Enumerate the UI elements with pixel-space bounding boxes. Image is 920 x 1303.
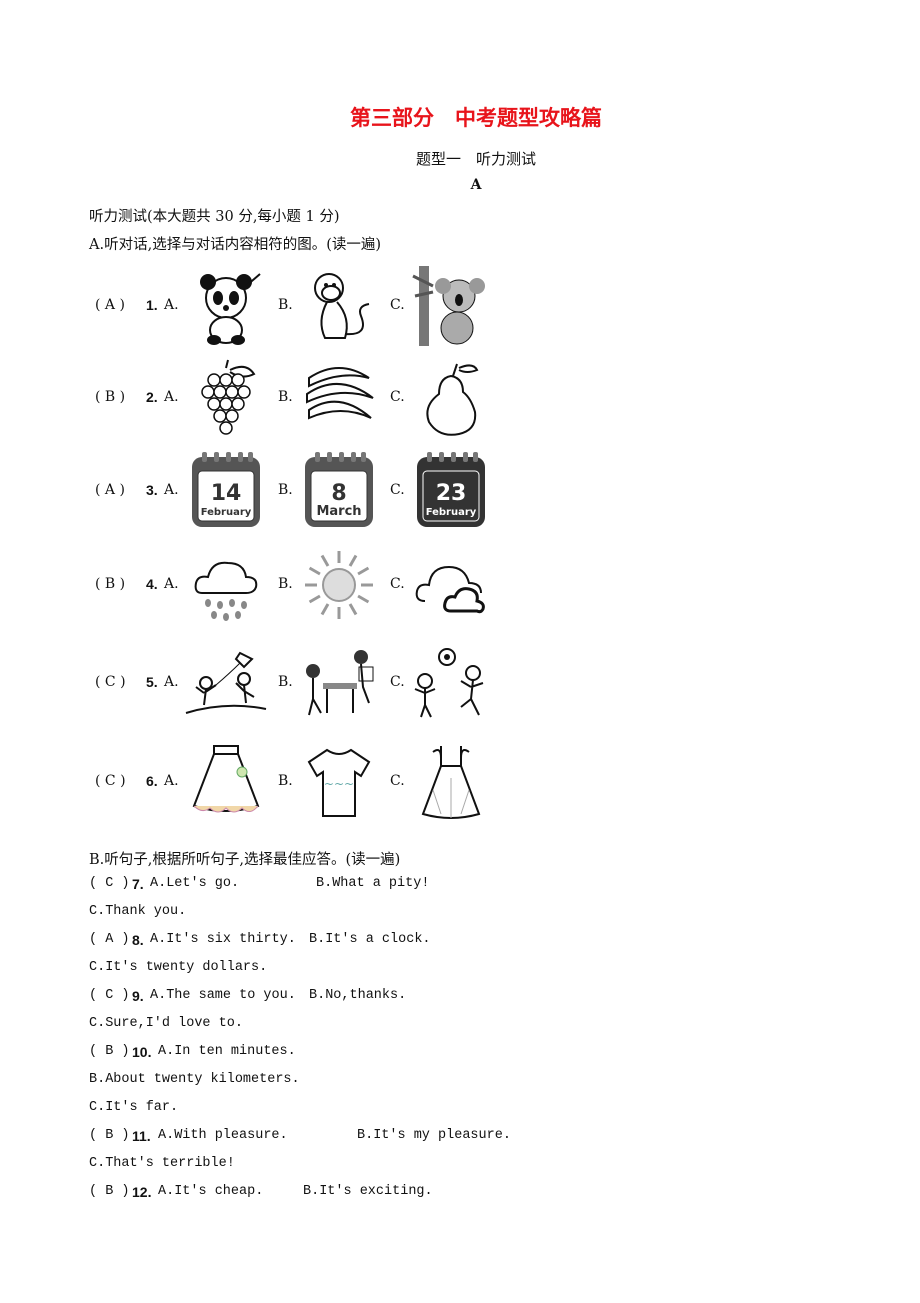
koala-icon bbox=[410, 266, 492, 346]
sun-icon bbox=[298, 545, 380, 625]
calendar-month: March bbox=[316, 504, 361, 519]
question-number: 9. bbox=[132, 988, 144, 1004]
dress-icon bbox=[410, 742, 492, 822]
option-label: C. bbox=[390, 389, 405, 405]
calendar-icon: 14 February bbox=[185, 451, 267, 531]
option-label: B. bbox=[278, 674, 293, 690]
question-number: 7. bbox=[132, 876, 144, 892]
answer-box: ( C ) bbox=[89, 988, 130, 1003]
option-label: C. bbox=[390, 482, 405, 498]
question-number: 2. bbox=[146, 389, 158, 405]
calendar-icon: 23 February bbox=[410, 451, 492, 531]
cloudy-icon bbox=[410, 545, 492, 625]
calendar-icon: 8 March bbox=[298, 451, 380, 531]
intro-text: 听力测试(本大题共 30 分,每小题 1 分) bbox=[89, 209, 340, 225]
option-a: A.The same to you. bbox=[150, 988, 296, 1003]
question-number: 4. bbox=[146, 576, 158, 592]
option-b: B.It's my pleasure. bbox=[357, 1128, 511, 1143]
option-label: C. bbox=[390, 773, 405, 789]
svg-text:~~~: ~~~ bbox=[324, 777, 354, 791]
answer-box: ( B ) bbox=[95, 576, 126, 592]
question-number: 3. bbox=[146, 482, 158, 498]
question-number: 6. bbox=[146, 773, 158, 789]
answer-box: ( C ) bbox=[89, 876, 130, 891]
page-title: 第三部分 中考题型攻略篇 bbox=[350, 106, 602, 130]
option-c: C.It's far. bbox=[89, 1100, 179, 1115]
monkey-icon bbox=[298, 266, 380, 346]
playing-football-icon bbox=[410, 643, 492, 723]
grapes-icon bbox=[185, 358, 267, 438]
option-c: C.It's twenty dollars. bbox=[89, 960, 268, 975]
skirt-icon bbox=[185, 742, 267, 822]
option-label: B. bbox=[278, 482, 293, 498]
question-number: 5. bbox=[146, 674, 158, 690]
section-letter: A bbox=[470, 177, 482, 193]
question-number: 10. bbox=[132, 1044, 152, 1060]
playing-chess-icon bbox=[298, 643, 380, 723]
option-b: B.What a pity! bbox=[316, 876, 430, 891]
calendar-month: February bbox=[201, 507, 252, 518]
part-b-instruction: B.听句子,根据所听句子,选择最佳应答。(读一遍) bbox=[89, 852, 401, 868]
option-label: B. bbox=[278, 389, 293, 405]
option-label: B. bbox=[278, 297, 293, 313]
calendar-day: 8 bbox=[331, 481, 346, 506]
answer-box: ( C ) bbox=[95, 674, 126, 690]
t-shirt-icon: ~~~ bbox=[298, 742, 380, 822]
question-number: 11. bbox=[132, 1128, 151, 1144]
option-label: A. bbox=[164, 674, 179, 690]
option-label: C. bbox=[390, 297, 405, 313]
part-a-instruction: A.听对话,选择与对话内容相符的图。(读一遍) bbox=[89, 237, 382, 253]
rain-cloud-icon bbox=[185, 545, 267, 625]
document-page: 第三部分 中考题型攻略篇 题型一 听力测试 A 听力测试(本大题共 30 分,每… bbox=[0, 0, 920, 1303]
answer-box: ( B ) bbox=[89, 1128, 130, 1143]
option-label: B. bbox=[278, 576, 293, 592]
option-c: C.That's terrible! bbox=[89, 1156, 235, 1171]
option-a: A.It's six thirty. bbox=[150, 932, 296, 947]
answer-box: ( B ) bbox=[89, 1044, 130, 1059]
option-label: C. bbox=[390, 576, 405, 592]
answer-box: ( A ) bbox=[89, 932, 130, 947]
flying-kite-icon bbox=[185, 643, 267, 723]
option-b: B.No,thanks. bbox=[309, 988, 407, 1003]
option-b: B.It's a clock. bbox=[309, 932, 431, 947]
option-b: B.About twenty kilometers. bbox=[89, 1072, 300, 1087]
bananas-icon bbox=[298, 358, 380, 438]
option-a: A.It's cheap. bbox=[158, 1184, 264, 1199]
calendar-day: 23 bbox=[436, 481, 467, 506]
question-number: 1. bbox=[146, 297, 158, 313]
question-number: 12. bbox=[132, 1184, 152, 1200]
option-label: B. bbox=[278, 773, 293, 789]
calendar-day: 14 bbox=[211, 481, 242, 506]
calendar-month: February bbox=[426, 507, 477, 518]
option-label: A. bbox=[164, 297, 179, 313]
option-label: C. bbox=[390, 674, 405, 690]
answer-box: ( B ) bbox=[95, 389, 126, 405]
option-c: C.Thank you. bbox=[89, 904, 187, 919]
option-label: A. bbox=[164, 576, 179, 592]
option-a: A.With pleasure. bbox=[158, 1128, 288, 1143]
option-b: B.It's exciting. bbox=[303, 1184, 433, 1199]
section-subtitle: 题型一 听力测试 bbox=[415, 150, 536, 168]
option-label: A. bbox=[164, 389, 179, 405]
option-label: A. bbox=[164, 482, 179, 498]
option-label: A. bbox=[164, 773, 179, 789]
pear-icon bbox=[410, 358, 492, 438]
answer-box: ( A ) bbox=[95, 297, 125, 313]
answer-box: ( B ) bbox=[89, 1184, 130, 1199]
option-a: A.In ten minutes. bbox=[158, 1044, 296, 1059]
answer-box: ( C ) bbox=[95, 773, 126, 789]
answer-box: ( A ) bbox=[95, 482, 125, 498]
question-number: 8. bbox=[132, 932, 144, 948]
option-c: C.Sure,I'd love to. bbox=[89, 1016, 243, 1031]
panda-icon bbox=[185, 266, 267, 346]
option-a: A.Let's go. bbox=[150, 876, 240, 891]
